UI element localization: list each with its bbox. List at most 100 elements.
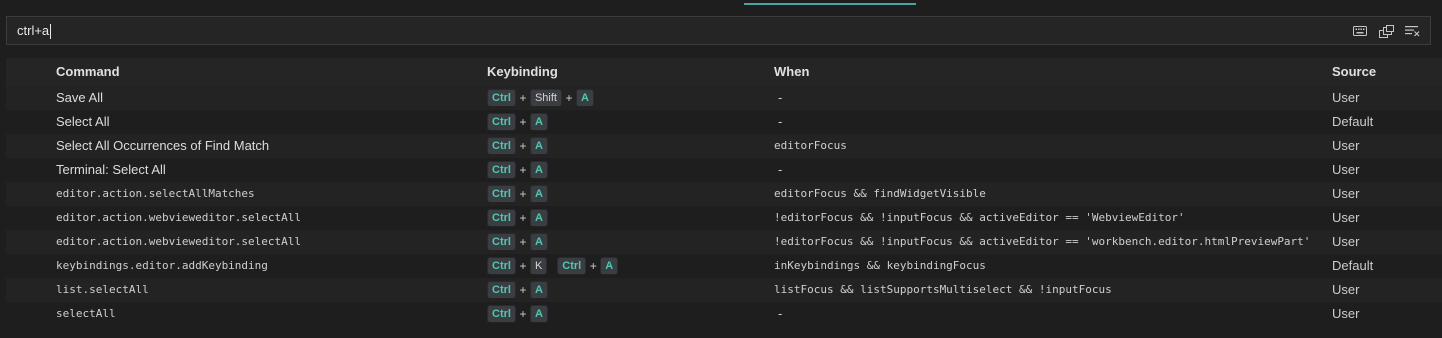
when-cell: editorFocus [774,139,847,152]
text-cursor [50,24,52,40]
table-row[interactable]: list.selectAll Ctrl + AlistFocus && listSup… [6,278,1442,302]
key-chord: Ctrl + Shift + A [487,86,594,110]
keybinding-cell[interactable]: Ctrl + A [487,134,767,158]
column-header-keybinding[interactable]: Keybinding [487,58,767,86]
when-cell: inKeybindings && keybindingFocus [774,259,986,272]
key-label: A [529,113,548,131]
command-cell: Terminal: Select All [56,162,166,177]
key-chord: Ctrl + A [487,110,548,134]
key-chord: Ctrl + A [487,182,548,206]
key-label: Ctrl [487,305,516,323]
key-separator: + [519,187,527,201]
search-input[interactable]: ctrl+a [17,17,52,44]
key-chord: Ctrl + K [487,254,548,278]
key-separator: + [565,91,573,105]
keybinding-cell[interactable]: Ctrl + A [487,278,767,302]
keybinding-cell[interactable]: Ctrl + A [487,182,767,206]
command-cell: editor.action.selectAllMatches [56,187,255,200]
key-separator: + [519,91,527,105]
search-actions [1352,23,1420,39]
record-keys-icon[interactable] [1352,23,1368,39]
when-cell: - [778,306,783,321]
key-chord: Ctrl + A [487,206,548,230]
key-separator: + [519,163,527,177]
source-cell: User [1332,90,1360,105]
key-chord: Ctrl + A [487,302,548,326]
key-label: A [529,209,548,227]
key-chord: Ctrl + A [487,158,548,182]
table-row[interactable]: selectAll Ctrl + A - User [6,302,1442,326]
key-label: A [529,161,548,179]
key-label: A [529,305,548,323]
key-separator: + [519,115,527,129]
table-row[interactable]: Select All Occurrences of Find Match Ctrl… [6,134,1442,158]
key-separator: + [519,307,527,321]
key-separator: + [519,283,527,297]
keybinding-cell[interactable]: Ctrl + A [487,230,767,254]
when-cell: listFocus && listSupportsMultiselect && … [774,283,1112,296]
when-cell: editorFocus && findWidgetVisible [774,187,986,200]
key-label: Ctrl [487,233,516,251]
key-label: Ctrl [487,113,516,131]
active-tab-indicator [744,3,916,5]
source-cell: User [1332,234,1360,249]
column-header-when[interactable]: When [774,58,1329,86]
key-chord: Ctrl + A [487,230,548,254]
key-separator: + [589,259,597,273]
key-separator: + [519,139,527,153]
command-cell: Save All [56,90,103,105]
table-row[interactable]: editor.action.webvieweditor.selectAll Ctr… [6,206,1442,230]
key-separator: + [519,235,527,249]
table-row[interactable]: editor.action.selectAllMatches Ctrl + A edit… [6,182,1442,206]
table-row[interactable]: editor.action.webvieweditor.selectAll Ctr… [6,230,1442,254]
key-label: A [575,89,594,107]
key-chord: Ctrl + A [487,134,548,158]
source-cell: User [1332,138,1360,153]
key-label: Ctrl [487,137,516,155]
key-label: A [529,185,548,203]
keybinding-cell[interactable]: Ctrl + A [487,302,767,326]
table-row[interactable]: Select All Ctrl + A - Default [6,110,1442,134]
command-cell: keybindings.editor.addKeybinding [56,259,268,272]
source-cell: User [1332,282,1360,297]
column-header-source[interactable]: Source [1332,58,1432,86]
command-cell: editor.action.webvieweditor.selectAll [56,235,302,248]
source-cell: Default [1332,114,1374,129]
table-row[interactable]: Save All Ctrl + Shift + A - User [6,86,1442,110]
search-input-value: ctrl+a [17,23,50,38]
key-label: Ctrl [487,161,516,179]
table-header: Command Keybinding When Source [6,58,1442,86]
when-cell: !editorFocus && !inputFocus && activeEdi… [774,211,1185,224]
key-label: Shift [529,89,562,107]
key-label: Ctrl [557,257,587,275]
key-label: Ctrl [487,209,516,227]
source-cell: User [1332,306,1360,321]
keybindings-search-bar: ctrl+a [6,16,1431,45]
key-label: A [529,137,548,155]
when-cell: !editorFocus && !inputFocus && activeEdi… [774,235,1311,248]
when-cell: - [778,114,783,129]
source-cell: User [1332,186,1360,201]
keybinding-cell[interactable]: Ctrl + A [487,206,767,230]
source-cell: User [1332,162,1360,177]
keybinding-cell[interactable]: Ctrl + Shift + A [487,86,767,110]
command-cell: editor.action.webvieweditor.selectAll [56,211,302,224]
table-row[interactable]: Terminal: Select All Ctrl + A - User [6,158,1442,182]
key-chord: Ctrl + A [487,278,548,302]
key-separator: + [519,259,527,273]
command-cell: selectAll [56,307,116,320]
source-cell: User [1332,210,1360,225]
command-cell: Select All [56,114,110,129]
key-label: Ctrl [487,89,516,107]
sort-precedence-icon[interactable] [1378,23,1394,39]
column-header-command[interactable]: Command [56,58,476,86]
key-label: A [529,281,548,299]
clear-search-icon[interactable] [1404,23,1420,39]
keybinding-cell[interactable]: Ctrl + A [487,110,767,134]
when-cell: - [778,90,783,105]
table-row[interactable]: keybindings.editor.addKeybinding Ctrl + K Ct… [6,254,1442,278]
keybinding-cell[interactable]: Ctrl + A [487,158,767,182]
key-label: Ctrl [487,281,516,299]
table-body: Save All Ctrl + Shift + A - User Select All Ctrl +… [6,86,1442,326]
keybinding-cell[interactable]: Ctrl + K Ctrl + A [487,254,767,278]
